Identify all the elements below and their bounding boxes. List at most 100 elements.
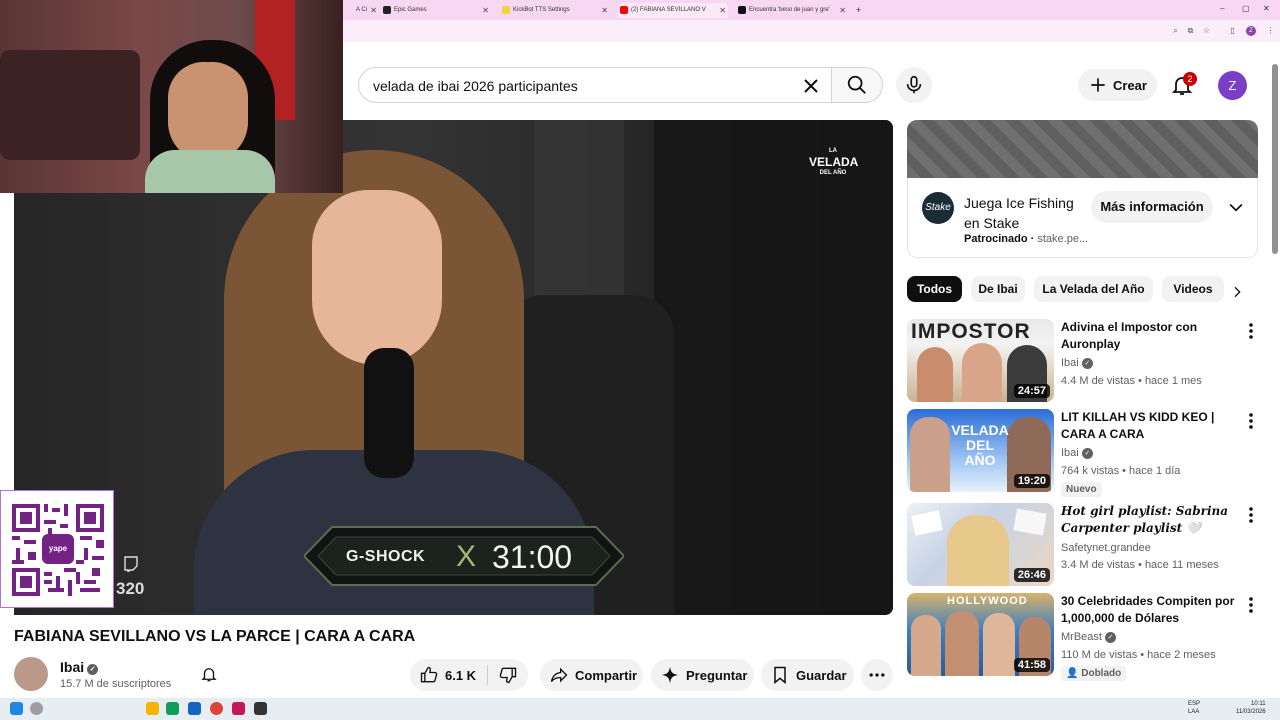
- taskbar-app-icon[interactable]: [232, 702, 245, 715]
- sponsor-brand: G-SHOCK: [346, 548, 426, 565]
- windows-start-icon[interactable]: [10, 702, 23, 715]
- chip-la-velada[interactable]: La Velada del Año: [1034, 276, 1153, 302]
- more-actions-button[interactable]: [861, 659, 893, 691]
- video-title[interactable]: 30 Celebridades Compiten por 1,000,000 d…: [1061, 593, 1236, 627]
- youtube-icon: [620, 6, 628, 14]
- video-thumbnail[interactable]: IMPOSTOR 24:57: [907, 319, 1054, 402]
- logo-line: VELADA: [809, 155, 859, 169]
- like-count[interactable]: 6.1 K: [445, 668, 476, 683]
- video-title[interactable]: Adivina el Impostor con Auronplay: [1061, 319, 1236, 353]
- tab-close-icon[interactable]: ✕: [839, 3, 846, 18]
- tab-label: KickBot TTS Settings: [513, 7, 570, 13]
- ad-banner-image[interactable]: [907, 120, 1258, 178]
- video-meta: 110 M de vistas • hace 2 meses: [1061, 649, 1216, 661]
- video-duration: 26:46: [1013, 568, 1050, 582]
- minimize-icon[interactable]: –: [1220, 4, 1224, 13]
- chevron-right-icon[interactable]: [1229, 284, 1245, 300]
- chip-videos[interactable]: Videos: [1162, 276, 1224, 302]
- ad-title[interactable]: Juega Ice Fishing en Stake: [964, 193, 1089, 233]
- ad-more-info-button[interactable]: Más información: [1091, 191, 1213, 223]
- close-window-icon[interactable]: ✕: [1263, 4, 1270, 13]
- like-dislike-group: 6.1 K: [410, 659, 528, 691]
- voice-search-button[interactable]: [896, 67, 932, 103]
- dubbed-label: Doblado: [1081, 668, 1122, 679]
- browser-tab[interactable]: Encuentra 'beso de juan y gre' ✕: [736, 3, 848, 18]
- channel-label: MrBeast: [1061, 631, 1102, 643]
- thumbnail-person: [917, 347, 953, 402]
- thumbnail-text: IMPOSTOR: [911, 320, 1031, 343]
- chevron-down-icon[interactable]: [1226, 197, 1246, 217]
- ad-domain: stake.pe...: [1037, 233, 1089, 245]
- stream-chat-overlay: [0, 668, 300, 696]
- search-query: velada de ibai 2026 participantes: [373, 78, 578, 94]
- plus-icon: [1091, 78, 1105, 92]
- tab-close-icon[interactable]: ✕: [601, 3, 608, 18]
- ask-button[interactable]: Preguntar: [651, 659, 754, 691]
- video-channel[interactable]: Ibai ✓: [1061, 447, 1093, 459]
- like-icon[interactable]: [419, 665, 439, 685]
- taskbar-app-icon[interactable]: [166, 702, 179, 715]
- zoom-icon[interactable]: ⌕: [1171, 26, 1180, 35]
- more-vertical-icon[interactable]: [1247, 412, 1255, 430]
- chrome-icon[interactable]: [210, 702, 223, 715]
- taskbar-app-icon[interactable]: [146, 702, 159, 715]
- video-thumbnail[interactable]: HOLLYWOOD 41:58: [907, 593, 1054, 676]
- browser-tab-active[interactable]: (2) FABIANA SEVILLANO V ✕: [618, 3, 728, 18]
- more-vertical-icon[interactable]: [1247, 506, 1255, 524]
- browser-tab[interactable]: KickBot TTS Settings ✕: [500, 3, 610, 18]
- search-input[interactable]: velada de ibai 2026 participantes: [358, 67, 832, 103]
- video-title[interactable]: LIT KILLAH VS KIDD KEO | CARA A CARA: [1061, 409, 1236, 443]
- browser-tab[interactable]: Epic Games ✕: [381, 3, 491, 18]
- tab-close-icon[interactable]: ✕: [482, 3, 489, 18]
- search-button[interactable]: [831, 67, 883, 103]
- browser-tab-bar: A Ci ✕ Epic Games ✕ KickBot TTS Settings…: [343, 0, 1280, 20]
- dislike-icon[interactable]: [498, 665, 518, 685]
- recommended-video[interactable]: VELADA DEL AÑO 19:20 LIT KILLAH VS KIDD …: [907, 409, 1280, 497]
- more-vertical-icon[interactable]: [1247, 322, 1255, 340]
- page-scrollbar[interactable]: [1272, 64, 1278, 254]
- tab-sidebar-icon[interactable]: ▯: [1228, 26, 1237, 35]
- recommended-video[interactable]: HOLLYWOOD 41:58 30 Celebridades Compiten…: [907, 593, 1280, 681]
- person-face-shape: [312, 190, 442, 365]
- video-thumbnail[interactable]: VELADA DEL AÑO 19:20: [907, 409, 1054, 492]
- thumbnail-sticker: [911, 510, 943, 536]
- tab-close-icon[interactable]: ✕: [719, 3, 726, 18]
- recommended-video[interactable]: IMPOSTOR 24:57 Adivina el Impostor con A…: [907, 319, 1280, 403]
- video-player[interactable]: LA VELADA DEL AÑO G-SHOCK X 31:00 320: [14, 120, 893, 615]
- tab-label: (2) FABIANA SEVILLANO V: [631, 7, 706, 13]
- recommended-video[interactable]: 26:46 Hot girl playlist: Sabrina Carpent…: [907, 503, 1280, 587]
- chip-todos[interactable]: Todos: [907, 276, 962, 302]
- account-avatar[interactable]: Z: [1218, 71, 1247, 100]
- thumbnail-text: HOLLYWOOD: [947, 595, 1028, 607]
- microphone-icon: [906, 75, 922, 94]
- video-title[interactable]: Hot girl playlist: Sabrina Carpenter pla…: [1061, 503, 1236, 537]
- video-thumbnail[interactable]: 26:46: [907, 503, 1054, 586]
- ad-card[interactable]: Stake Juega Ice Fishing en Stake Patroci…: [907, 178, 1258, 258]
- windows-taskbar: ESP LAA 10:11 11/03/2026: [0, 698, 1280, 720]
- share-page-icon[interactable]: ⧉: [1186, 26, 1195, 35]
- bookmark-star-icon[interactable]: ☆: [1202, 26, 1211, 35]
- video-channel[interactable]: MrBeast ✓: [1061, 631, 1116, 643]
- browser-profile-icon[interactable]: Z: [1246, 26, 1256, 36]
- video-channel[interactable]: Ibai ✓: [1061, 357, 1093, 369]
- thumbnail-person: [910, 417, 950, 492]
- taskbar-app-icon[interactable]: [254, 702, 267, 715]
- save-button[interactable]: Guardar: [761, 659, 854, 691]
- taskbar-search-icon[interactable]: [30, 702, 43, 715]
- tab-close-icon[interactable]: ✕: [370, 3, 377, 18]
- more-vertical-icon[interactable]: [1247, 596, 1255, 614]
- browser-menu-icon[interactable]: ⋮: [1266, 26, 1275, 35]
- browser-tab[interactable]: A Ci ✕: [343, 3, 379, 18]
- ad-sponsored-line: Patrocinado · stake.pe...: [964, 233, 1089, 245]
- video-channel[interactable]: Safetynet.grandee: [1061, 542, 1151, 554]
- share-button[interactable]: Compartir: [540, 659, 643, 691]
- input-language[interactable]: ESP LAA: [1188, 700, 1200, 716]
- system-clock[interactable]: 10:11 11/03/2026: [1236, 700, 1266, 716]
- create-button[interactable]: Crear: [1078, 69, 1157, 101]
- new-tab-button[interactable]: +: [853, 3, 867, 18]
- taskbar-app-icon[interactable]: [188, 702, 201, 715]
- webcam-face: [168, 62, 248, 162]
- chip-de-ibai[interactable]: De Ibai: [971, 276, 1025, 302]
- clear-search-icon[interactable]: [799, 74, 823, 98]
- maximize-icon[interactable]: ▢: [1242, 4, 1250, 13]
